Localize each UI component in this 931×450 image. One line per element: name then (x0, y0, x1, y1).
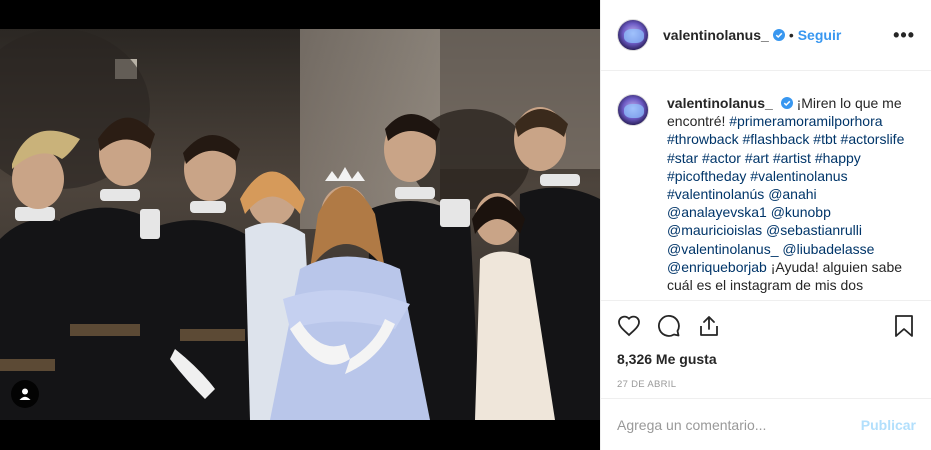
verified-badge-icon (772, 29, 785, 41)
verified-badge-icon (780, 97, 793, 109)
bookmark-icon[interactable] (890, 312, 918, 340)
likes-count[interactable]: 8,326 Me gusta (617, 351, 918, 367)
comment-input[interactable] (617, 416, 861, 433)
caption-avatar[interactable] (617, 94, 649, 126)
more-options-icon[interactable]: ••• (893, 25, 915, 46)
comment-form: Publicar (601, 398, 931, 450)
post-photo[interactable] (0, 29, 600, 420)
photo-panel (0, 0, 600, 450)
photo-illustration (0, 29, 600, 420)
share-icon[interactable] (695, 312, 723, 340)
follow-button[interactable]: Seguir (798, 27, 842, 43)
post-actions: 8,326 Me gusta 27 DE ABRIL (601, 300, 931, 390)
comment-icon[interactable] (655, 312, 683, 340)
heart-icon[interactable] (615, 312, 643, 340)
action-icons (615, 311, 918, 341)
user-tag-icon[interactable] (11, 380, 39, 408)
avatar[interactable] (617, 19, 649, 51)
post-username[interactable]: valentinolanus_ (663, 27, 769, 43)
caption-text: valentinolanus_ ¡Miren lo que me encontr… (667, 94, 916, 300)
caption-username[interactable]: valentinolanus_ (667, 95, 773, 111)
separator-dot: • (788, 27, 794, 43)
caption: valentinolanus_ ¡Miren lo que me encontr… (601, 72, 931, 300)
post-header: valentinolanus_ • Seguir ••• (601, 0, 931, 71)
post-date[interactable]: 27 DE ABRIL (617, 379, 918, 390)
publish-button[interactable]: Publicar (861, 417, 916, 433)
instagram-post-modal: valentinolanus_ • Seguir ••• valentinola… (0, 0, 931, 450)
post-side-panel: valentinolanus_ • Seguir ••• valentinola… (600, 0, 931, 450)
